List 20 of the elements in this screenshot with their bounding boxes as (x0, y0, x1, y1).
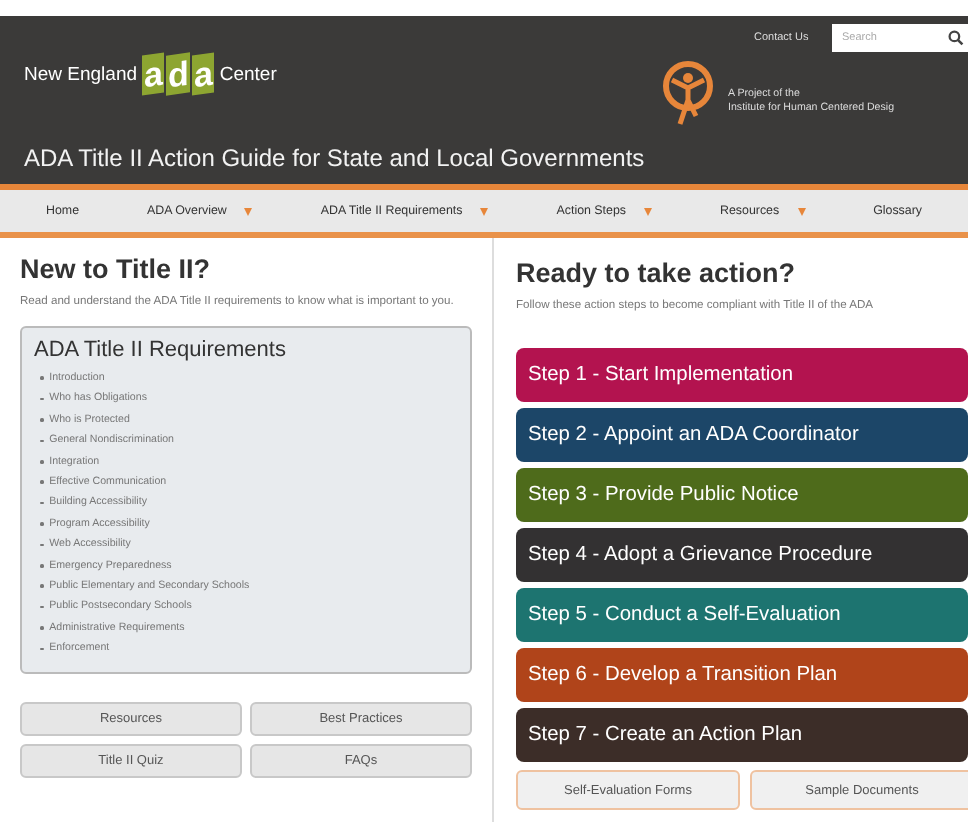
step-button[interactable]: Step 1 - Start Implementation (516, 348, 968, 402)
step-button[interactable]: Step 4 - Adopt a Grievance Procedure (516, 528, 968, 582)
dropdown-icon[interactable] (797, 207, 806, 215)
dropdown-icon[interactable] (644, 207, 652, 215)
step-button[interactable]: Step 2 - Appoint an ADA Coordinator (516, 408, 968, 462)
dropdown-icon[interactable] (244, 207, 253, 215)
section-heading: New to Title II? (20, 254, 213, 284)
dropdown-icon[interactable] (480, 207, 489, 215)
step-button[interactable]: Step 6 - Develop a Transition Plan (516, 648, 968, 702)
brand-name: New England (24, 63, 138, 85)
section-heading: Ready to take action? (516, 258, 798, 288)
brand-name: Center (219, 63, 277, 85)
logo-mark: ada (141, 54, 216, 94)
search-icon[interactable] (948, 30, 964, 46)
person-circle-icon (660, 60, 716, 128)
site-title: ADA Title II Action Guide for State and Local Governments (22, 142, 647, 172)
step-button[interactable]: Step 7 - Create an Action Plan (516, 708, 968, 762)
panel-title: ADA Title II Requirements (34, 338, 288, 362)
step-button[interactable]: Step 3 - Provide Public Notice (516, 468, 968, 522)
step-button[interactable]: Step 5 - Conduct a Self-Evaluation (516, 588, 968, 642)
